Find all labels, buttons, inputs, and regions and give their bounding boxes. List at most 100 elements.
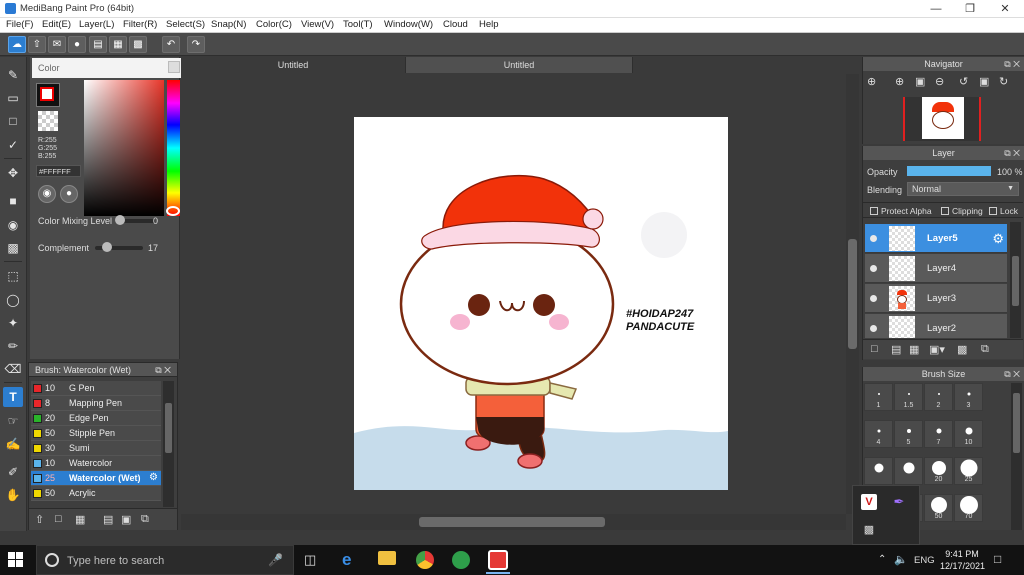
brush-list-scrollbar[interactable] [163,381,174,507]
fit-icon[interactable]: ▣ [915,75,925,88]
folder-icon[interactable]: ▩ [957,343,967,356]
brush-size-cell[interactable]: 1.5 [894,383,923,411]
brush-size-cell[interactable] [894,457,923,485]
hand-tool-icon[interactable]: ✋ [3,485,23,505]
folder-icon[interactable]: ▣ [121,513,131,526]
menu-layer[interactable]: Layer(L) [79,19,114,30]
restore-button[interactable]: ❐ [953,0,987,18]
palette-icon[interactable]: ◉ [38,185,56,203]
visibility-icon[interactable] [870,265,877,272]
saturation-value-picker[interactable] [84,80,164,216]
layer-row[interactable]: Layer4 [865,254,1007,283]
zoom-out-icon[interactable]: ⊖ [935,75,944,88]
navigator-viewport[interactable] [903,97,981,141]
brush-size-scrollbar[interactable] [1011,383,1022,530]
brush-size-cell[interactable]: 20 [924,457,953,485]
menu-filter[interactable]: Filter(R) [123,19,157,30]
fill-rect-icon[interactable]: ■ [3,191,23,211]
reset-icon[interactable]: ▣ [979,75,989,88]
brush-item-selected[interactable]: 25 Watercolor (Wet) ⚙ [31,471,161,486]
volume-icon[interactable]: 🔈 [894,553,908,566]
upload-icon[interactable]: ⇧ [35,513,44,526]
brush-size-cell[interactable]: 10 [954,420,983,448]
hue-handle[interactable] [166,206,180,216]
scrollbar-thumb[interactable] [848,239,857,349]
hue-slider[interactable] [167,80,180,216]
visibility-icon[interactable] [870,295,877,302]
clipping-checkbox[interactable] [941,207,949,215]
panel-close-icon[interactable] [168,61,180,73]
device-tray-icon[interactable]: ▩ [861,522,877,538]
text-tool-icon[interactable]: T [3,387,23,407]
horizontal-scrollbar[interactable] [181,514,846,530]
brush-item[interactable]: 50 Stipple Pen [31,426,161,441]
brush-size-cell[interactable]: 5 [894,420,923,448]
magic-wand-icon[interactable]: ✦ [3,313,23,333]
windows-start-icon[interactable] [8,552,24,568]
visibility-icon[interactable] [870,235,877,242]
rotate-left-icon[interactable]: ↺ [959,75,968,88]
select-rect-icon[interactable]: ⬚ [3,266,23,286]
redo-icon[interactable]: ↷ [187,36,205,53]
brush-item[interactable]: 20 Edge Pen [31,411,161,426]
app-icon-green[interactable] [452,551,470,569]
document-icon[interactable]: ▤ [89,36,107,53]
select-pen-tool-icon[interactable]: ✏ [3,336,23,356]
edge-browser-icon[interactable]: e [342,550,351,570]
layer-row[interactable]: Layer3 [865,284,1007,313]
divide-tool-icon[interactable]: ✍ [3,434,23,454]
microphone-icon[interactable]: 🎤 [268,553,283,567]
new-color-layer-icon[interactable]: ▤ [891,343,901,356]
clock[interactable]: 9:41 PM 12/17/2021 [940,548,985,572]
menu-view[interactable]: View(V) [301,19,334,30]
new-brush-icon[interactable]: □ [55,513,62,525]
eraser-tool-icon[interactable]: ▭ [3,88,23,108]
brush-size-cell[interactable]: 70 [954,494,983,522]
task-view-icon[interactable]: ◫ [304,552,316,568]
brush-size-cell[interactable]: 1 [864,383,893,411]
hex-input[interactable]: #FFFFFF [36,165,81,177]
dot-tool-icon[interactable]: □ [3,111,23,131]
menu-color[interactable]: Color(C) [256,19,292,30]
transparent-color-swatch[interactable] [38,111,58,131]
lasso-icon[interactable]: ◯ [3,290,23,310]
doc-tab-active[interactable]: Untitled [405,57,633,73]
menu-edit[interactable]: Edit(E) [42,19,71,30]
scrollbar-thumb[interactable] [1012,256,1019,306]
rotate-right-icon[interactable]: ↻ [999,75,1008,88]
foreground-color-swatch[interactable] [40,87,54,101]
drawing-canvas[interactable]: #HOIDAP247 PANDACUTE [354,117,728,490]
grid-icon[interactable]: ▩ [129,36,147,53]
gear-icon[interactable]: ⚙ [992,231,1004,247]
menu-tool[interactable]: Tool(T) [343,19,373,30]
duplicate-icon[interactable]: ⧉ [141,513,149,526]
brush-item[interactable]: 50 Acrylic [31,486,161,501]
opacity-slider[interactable] [907,166,991,176]
scrollbar-thumb[interactable] [1013,393,1020,453]
complement-handle[interactable] [102,242,112,252]
blending-select[interactable]: Normal ▼ [907,182,1019,196]
panel-float-close-icon[interactable]: ⧉ ✕ [1004,367,1020,381]
color-mixing-handle[interactable] [115,215,125,225]
brush-item[interactable]: 30 Sumi [31,441,161,456]
gradient-tool-icon[interactable]: ▩ [3,238,23,258]
zoom-in-icon[interactable]: ⊕ [895,75,904,88]
team-icon[interactable]: ● [68,36,86,53]
feather-tray-icon[interactable]: ✒ [891,494,907,510]
new-layer-icon[interactable]: □ [871,343,878,355]
scrollbar-thumb[interactable] [419,517,605,527]
notifications-icon[interactable]: □ [994,552,1001,566]
comment-icon[interactable]: ✉ [48,36,66,53]
menu-window[interactable]: Window(W) [384,19,433,30]
brush-size-cell[interactable]: 4 [864,420,893,448]
menu-select[interactable]: Select(S) [166,19,205,30]
materials-icon[interactable]: ▦ [109,36,127,53]
doc-tab[interactable]: Untitled [181,57,405,73]
bucket-tool-icon[interactable]: ◉ [3,215,23,235]
lock-checkbox[interactable] [989,207,997,215]
brush-size-cell[interactable] [864,457,893,485]
layer-row[interactable]: Layer2 [865,314,1007,338]
tray-chevron-up-icon[interactable]: ⌃ [878,554,886,565]
brush-item[interactable]: 10 Watercolor [31,456,161,471]
duplicate-icon[interactable]: ⧉ [981,343,989,356]
